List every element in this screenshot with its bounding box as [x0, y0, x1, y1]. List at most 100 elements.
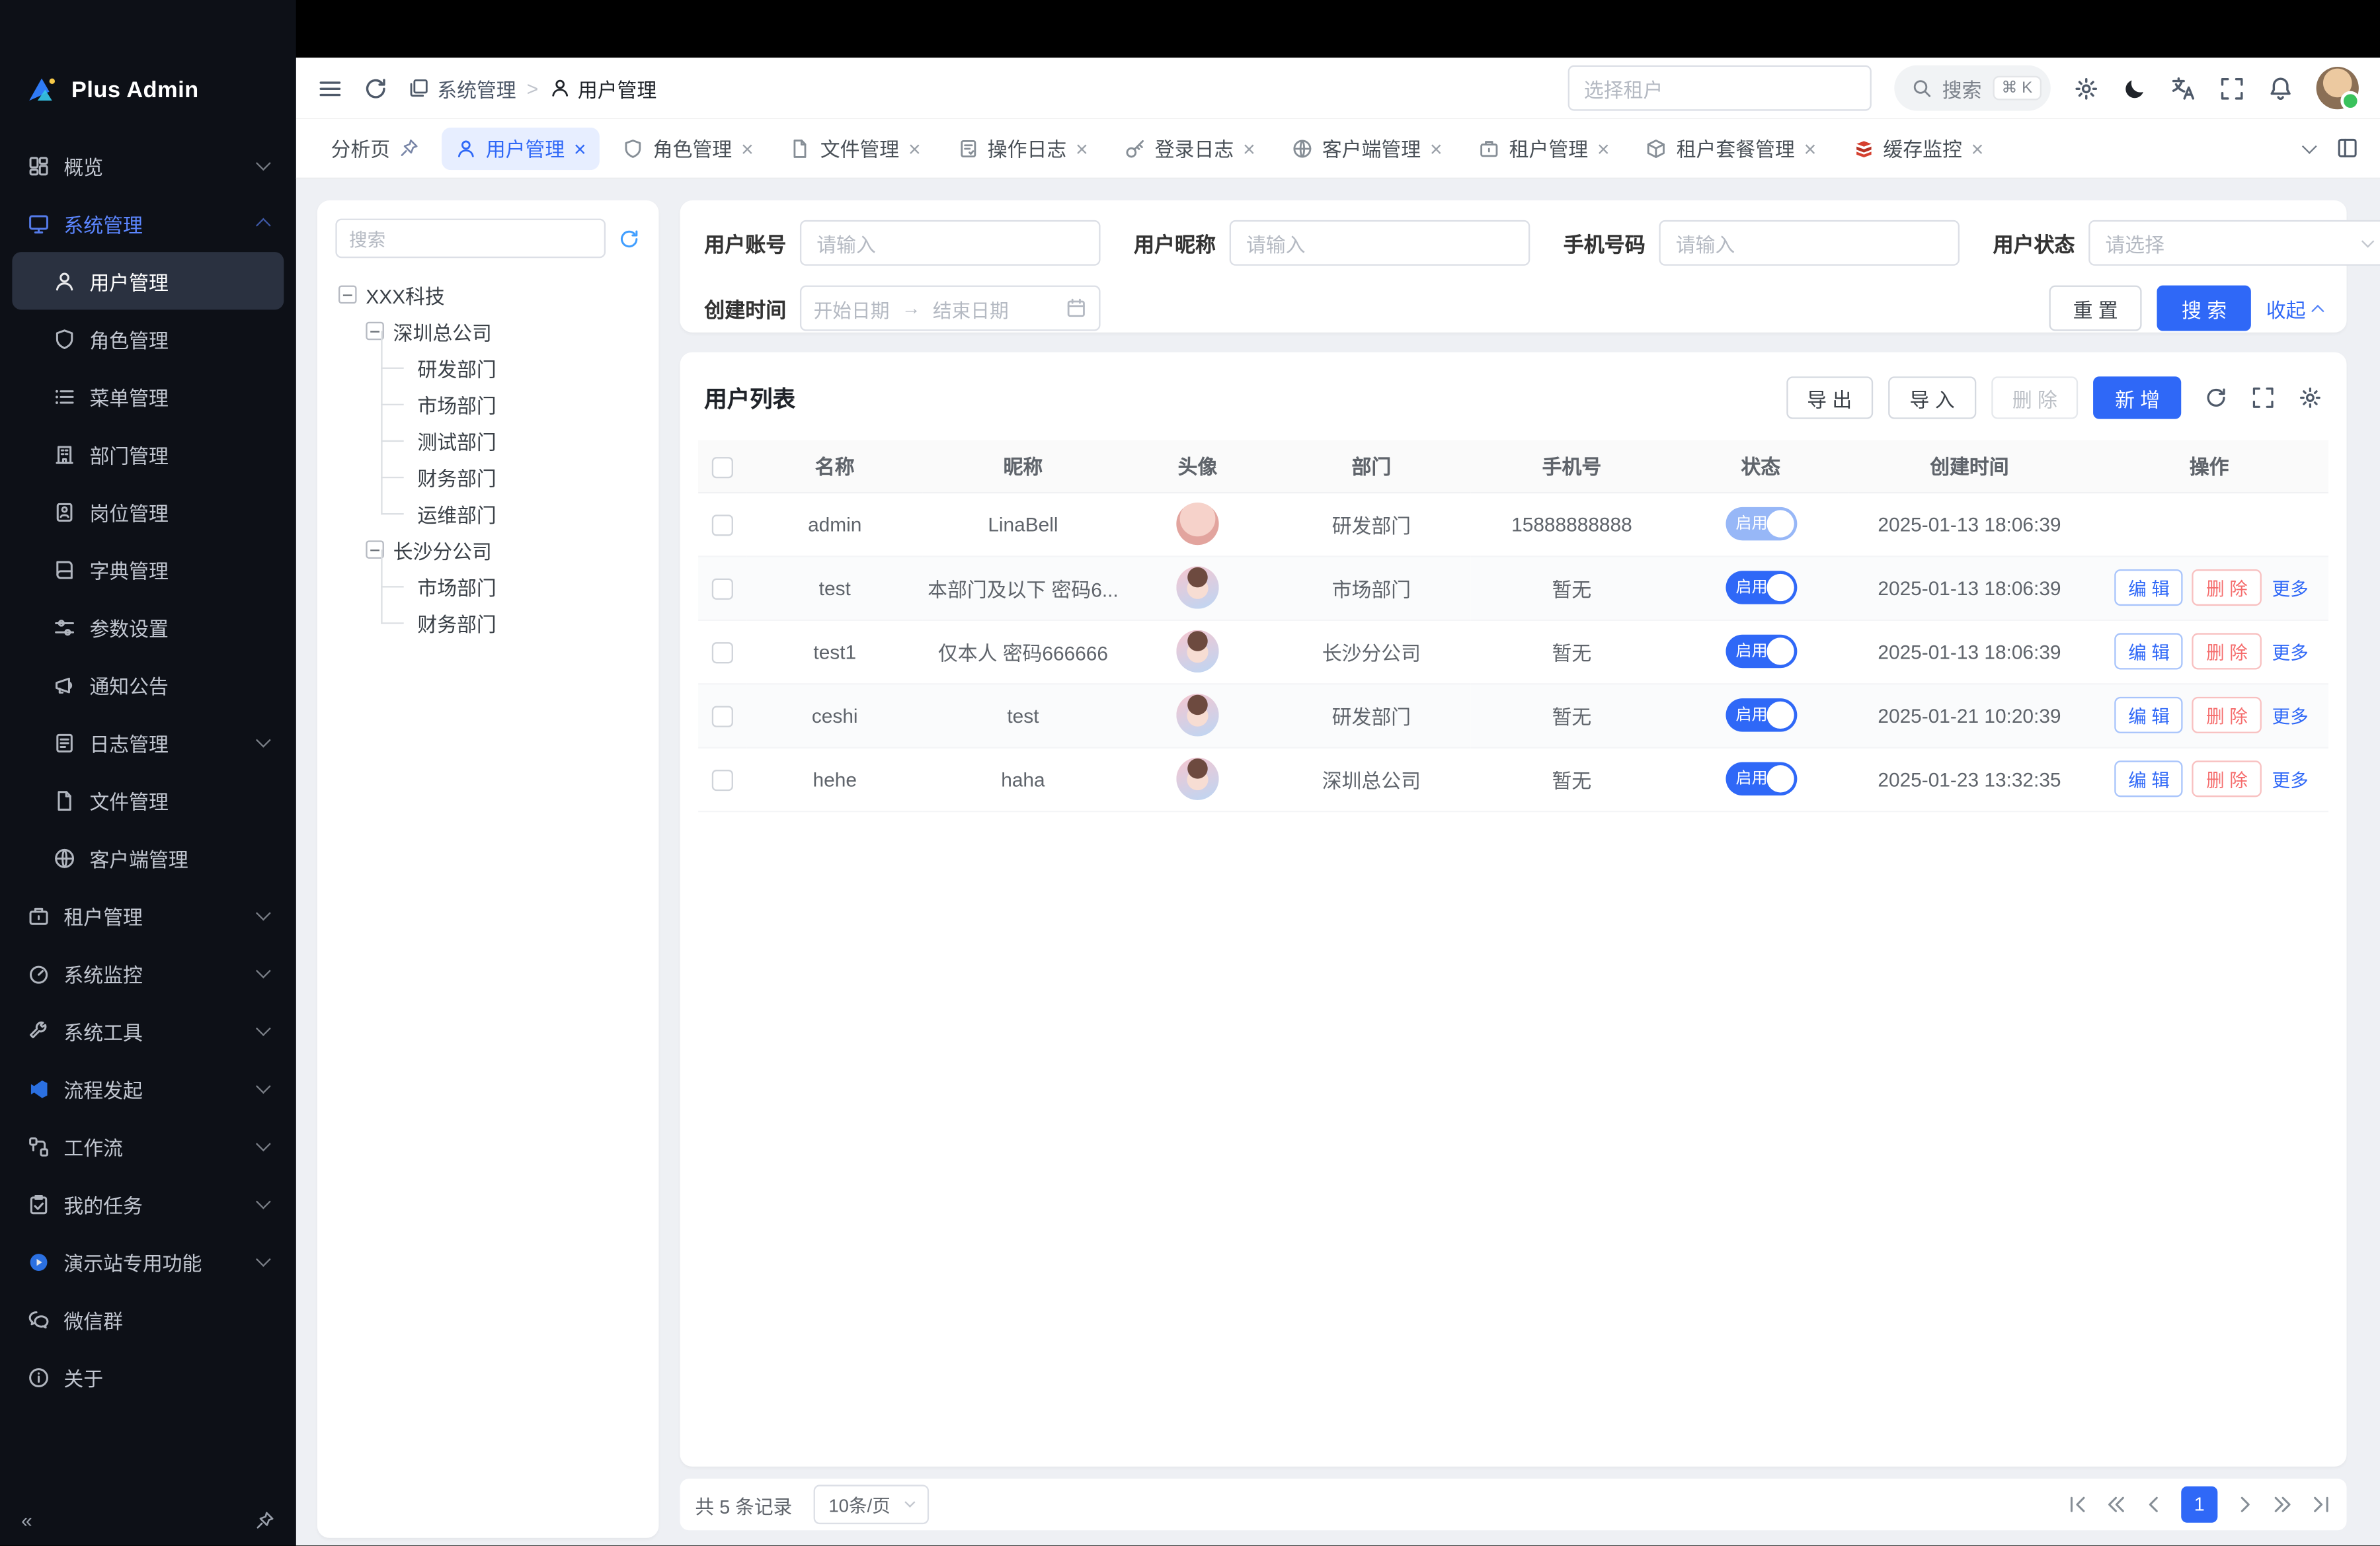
sidebar-subitem[interactable]: 字典管理: [12, 540, 284, 598]
add-button[interactable]: 新 增: [2094, 376, 2181, 419]
sidebar-subitem[interactable]: 客户端管理: [12, 829, 284, 887]
user-status-select[interactable]: 请选择: [2088, 220, 2380, 266]
status-toggle[interactable]: 启用: [1725, 571, 1796, 604]
refresh-page-icon[interactable]: [363, 75, 389, 101]
tab-item[interactable]: 客户端管理×: [1278, 127, 1456, 169]
delete-button[interactable]: 删 除: [1991, 376, 2079, 419]
more-button[interactable]: 更多: [2272, 769, 2309, 790]
import-button[interactable]: 导 入: [1888, 376, 1975, 419]
status-toggle[interactable]: 启用: [1725, 698, 1796, 732]
tree-node[interactable]: 财务部门: [335, 604, 640, 641]
sidebar-item[interactable]: 租户管理: [12, 887, 284, 944]
app-logo[interactable]: Plus Admin: [0, 55, 296, 125]
page-fast-prev-button[interactable]: [2105, 1494, 2126, 1515]
collapse-node-icon[interactable]: [338, 286, 357, 304]
tenant-select[interactable]: 选择租户: [1567, 65, 1871, 111]
more-button[interactable]: 更多: [2272, 705, 2309, 726]
tree-node[interactable]: 运维部门: [335, 495, 640, 531]
hamburger-icon[interactable]: [317, 75, 343, 101]
sidebar-item[interactable]: 微信群: [12, 1291, 284, 1348]
delete-row-button[interactable]: 删 除: [2192, 697, 2261, 733]
page-last-button[interactable]: [2310, 1494, 2331, 1515]
export-button[interactable]: 导 出: [1786, 376, 1873, 419]
search-button[interactable]: 搜 索: [2157, 286, 2250, 331]
more-button[interactable]: 更多: [2272, 578, 2309, 599]
close-tab-icon[interactable]: ×: [1243, 138, 1255, 159]
status-toggle[interactable]: 启用: [1725, 507, 1796, 541]
refresh-tree-button[interactable]: [617, 227, 640, 249]
breadcrumb-item-users[interactable]: 用户管理: [549, 73, 656, 102]
breadcrumb-item-system[interactable]: 系统管理: [409, 73, 516, 102]
status-toggle[interactable]: 启用: [1725, 635, 1796, 669]
fullscreen-icon[interactable]: [2219, 75, 2245, 101]
dark-mode-moon-icon[interactable]: [2122, 75, 2148, 101]
delete-row-button[interactable]: 删 除: [2192, 569, 2261, 606]
user-avatar-menu[interactable]: [2317, 67, 2359, 109]
page-size-select[interactable]: 10条/页: [813, 1485, 928, 1524]
translate-icon[interactable]: [2170, 75, 2196, 101]
more-button[interactable]: 更多: [2272, 641, 2309, 663]
sidebar-subitem[interactable]: 日志管理: [12, 713, 284, 771]
sidebar-item[interactable]: 我的任务: [12, 1175, 284, 1233]
edit-button[interactable]: 编 辑: [2115, 569, 2184, 606]
filter-text-input[interactable]: 请输入: [1659, 220, 1960, 266]
sidebar-subitem[interactable]: 参数设置: [12, 598, 284, 656]
row-checkbox[interactable]: [712, 642, 733, 663]
sidebar-subitem[interactable]: 用户管理: [12, 252, 284, 309]
close-tab-icon[interactable]: ×: [1804, 138, 1817, 159]
close-tab-icon[interactable]: ×: [741, 138, 754, 159]
reset-button[interactable]: 重 置: [2049, 286, 2142, 331]
filter-text-input[interactable]: 请输入: [800, 220, 1101, 266]
table-settings-button[interactable]: [2298, 386, 2322, 410]
page-prev-button[interactable]: [2143, 1494, 2164, 1515]
sidebar-subitem[interactable]: 文件管理: [12, 771, 284, 829]
tabs-expand-icon[interactable]: [2336, 137, 2358, 159]
close-tab-icon[interactable]: ×: [1430, 138, 1443, 159]
tab-item[interactable]: 缓存监控×: [1839, 127, 1997, 169]
delete-row-button[interactable]: 删 除: [2192, 633, 2261, 669]
tabs-dropdown-icon[interactable]: [2302, 139, 2317, 154]
sidebar-item[interactable]: 系统监控: [12, 944, 284, 1002]
global-search-button[interactable]: 搜索 ⌘ K: [1893, 65, 2050, 111]
edit-button[interactable]: 编 辑: [2115, 697, 2184, 733]
row-checkbox[interactable]: [712, 770, 733, 791]
sidebar-item[interactable]: 演示站专用功能: [12, 1233, 284, 1290]
close-tab-icon[interactable]: ×: [1076, 138, 1088, 159]
fullscreen-table-button[interactable]: [2251, 386, 2276, 410]
sidebar-item[interactable]: 概览: [12, 137, 284, 194]
tab-item[interactable]: 租户管理×: [1465, 127, 1623, 169]
tab-item[interactable]: 用户管理×: [442, 127, 600, 169]
sidebar-subitem[interactable]: 通知公告: [12, 656, 284, 713]
tab-item[interactable]: 文件管理×: [776, 127, 934, 169]
page-first-button[interactable]: [2067, 1494, 2088, 1515]
sidebar-item[interactable]: 系统管理: [12, 194, 284, 252]
close-tab-icon[interactable]: ×: [574, 138, 586, 159]
sidebar-subitem[interactable]: 角色管理: [12, 309, 284, 367]
collapse-sidebar-button[interactable]: «: [21, 1508, 32, 1531]
filter-text-input[interactable]: 请输入: [1230, 220, 1530, 266]
sidebar-item[interactable]: 关于: [12, 1348, 284, 1406]
delete-row-button[interactable]: 删 除: [2192, 760, 2261, 797]
tree-node[interactable]: XXX科技: [335, 276, 640, 313]
date-range-input[interactable]: 开始日期 → 结束日期: [800, 286, 1101, 331]
page-next-button[interactable]: [2235, 1494, 2256, 1515]
tab-item[interactable]: 分析页: [317, 127, 433, 169]
edit-button[interactable]: 编 辑: [2115, 633, 2184, 669]
select-all-checkbox[interactable]: [712, 456, 733, 477]
sidebar-item[interactable]: 工作流: [12, 1118, 284, 1175]
close-tab-icon[interactable]: ×: [1597, 138, 1610, 159]
sidebar-subitem[interactable]: 菜单管理: [12, 368, 284, 425]
sidebar-subitem[interactable]: 部门管理: [12, 425, 284, 483]
page-fast-next-button[interactable]: [2272, 1494, 2293, 1515]
collapse-filter-link[interactable]: 收起: [2266, 294, 2322, 323]
tab-item[interactable]: 操作日志×: [943, 127, 1101, 169]
row-checkbox[interactable]: [712, 578, 733, 599]
tree-search-input[interactable]: 搜索: [335, 219, 606, 259]
tab-item[interactable]: 登录日志×: [1111, 127, 1269, 169]
edit-button[interactable]: 编 辑: [2115, 760, 2184, 797]
tab-item[interactable]: 角色管理×: [609, 127, 767, 169]
tab-item[interactable]: 租户套餐管理×: [1632, 127, 1830, 169]
sidebar-item[interactable]: 系统工具: [12, 1002, 284, 1059]
close-tab-icon[interactable]: ×: [908, 138, 921, 159]
current-page-button[interactable]: 1: [2181, 1486, 2217, 1523]
